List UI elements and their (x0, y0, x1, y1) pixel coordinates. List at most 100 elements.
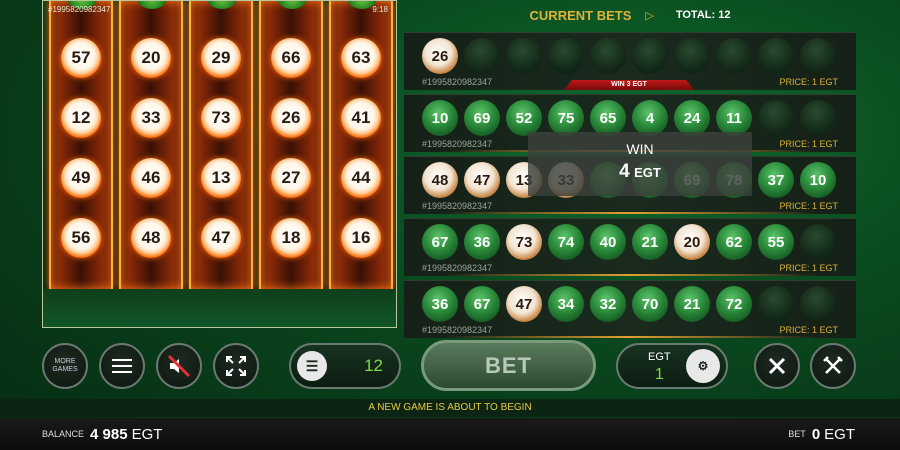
reel-ball: 16 (341, 218, 381, 258)
ticket-ball (800, 38, 836, 74)
reel-column: 63 41 44 16 (329, 1, 393, 289)
ticket-ball (506, 38, 542, 74)
ticket-ball: 21 (674, 286, 710, 322)
coins-settings-icon: ⚙ (686, 349, 720, 383)
ticket-ball: 70 (632, 286, 668, 322)
ticket-ball: 20 (674, 224, 710, 260)
ticket-divider (444, 212, 816, 214)
bet-ticket[interactable]: 26 #1995820982347 PRICE: 1 EGT WIN 3 EGT (404, 32, 856, 90)
ticket-ball: 34 (548, 286, 584, 322)
reel-column: 57 12 49 56 (49, 1, 113, 289)
reel-ball: 73 (201, 98, 241, 138)
ticket-ball: 4 (632, 100, 668, 136)
ticket-id: #1995820982347 (422, 325, 493, 335)
autoplay-tools-button[interactable] (810, 343, 856, 389)
menu-button[interactable] (99, 343, 145, 389)
ticket-balls: 67 36 73 74 40 21 20 62 55 (422, 224, 836, 260)
ticket-id: #1995820982347 (422, 77, 493, 87)
egt-stake-pill[interactable]: EGT 1 ⚙ (616, 343, 728, 389)
reel-ball: 57 (61, 38, 101, 78)
ticket-ball: 55 (758, 224, 794, 260)
reel-column: 29 73 13 47 (189, 1, 253, 289)
egt-stake: EGT 1 (648, 349, 671, 383)
clear-button[interactable] (754, 343, 800, 389)
reel-ball: 47 (201, 218, 241, 258)
ticket-ball (800, 100, 836, 136)
reel-column: 66 26 27 18 (259, 1, 323, 289)
reel-top-ball (137, 1, 167, 9)
ticket-ball (590, 38, 626, 74)
ticket-ball: 40 (590, 224, 626, 260)
ticket-ball: 36 (422, 286, 458, 322)
reel-ball: 33 (131, 98, 171, 138)
reel-ball: 63 (341, 38, 381, 78)
more-games-button[interactable]: MORE GAMES (42, 343, 88, 389)
ticket-win-banner: WIN 3 EGT (564, 80, 694, 90)
ticket-ball: 72 (716, 286, 752, 322)
reel-ball: 18 (271, 218, 311, 258)
ticket-ball (548, 38, 584, 74)
ticket-ball: 10 (422, 100, 458, 136)
bets-total: TOTAL: 12 (676, 9, 731, 21)
win-amount-currency: EGT (634, 165, 661, 180)
status-message: A NEW GAME IS ABOUT TO BEGIN (0, 399, 900, 417)
ticket-balls: 26 (422, 38, 836, 74)
reel-ball: 48 (131, 218, 171, 258)
reel-ball: 26 (271, 98, 311, 138)
ticket-price: PRICE: 1 EGT (779, 201, 838, 211)
ticket-ball: 62 (716, 224, 752, 260)
ticket-ball: 11 (716, 100, 752, 136)
reel-ball: 46 (131, 158, 171, 198)
reel-column: 20 33 46 48 (119, 1, 183, 289)
ticket-ball (758, 38, 794, 74)
win-amount: 4 EGT (528, 161, 752, 183)
tools-icon (823, 356, 843, 374)
bet-total-label: BET (788, 429, 806, 439)
footer-bar: BALANCE 4 985 EGT BET 0 EGT (0, 418, 900, 450)
hamburger-icon (112, 355, 132, 377)
ticket-id: #1995820982347 (422, 139, 493, 149)
bet-ticket[interactable]: 67 36 73 74 40 21 20 62 55 #1995820982347 PRICE: 1… (404, 218, 856, 276)
ticket-ball: 75 (548, 100, 584, 136)
play-icon[interactable]: ▷ (645, 9, 653, 22)
ticket-ball: 47 (506, 286, 542, 322)
bet-ticket[interactable]: 36 67 47 34 32 70 21 72 #1995820982347 PRICE: 1 E… (404, 280, 856, 338)
ticket-ball (716, 38, 752, 74)
reel-top-ball (207, 1, 237, 9)
ticket-ball: 65 (590, 100, 626, 136)
fullscreen-icon (226, 356, 246, 376)
ticket-price: PRICE: 1 EGT (779, 139, 838, 149)
ticket-ball: 73 (506, 224, 542, 260)
ticket-ball (632, 38, 668, 74)
reel-ticket-id: #1995820982347 (48, 5, 111, 14)
ticket-ball: 47 (464, 162, 500, 198)
ticket-ball: 74 (548, 224, 584, 260)
close-icon (768, 357, 786, 375)
ticket-ball: 67 (464, 286, 500, 322)
ticket-ball (464, 38, 500, 74)
sound-toggle-button[interactable] (156, 343, 202, 389)
sound-muted-icon (167, 354, 191, 378)
ticket-ball: 10 (800, 162, 836, 198)
fullscreen-button[interactable] (213, 343, 259, 389)
ticket-divider (444, 274, 816, 276)
bet-total-value: 0 (811, 425, 821, 443)
reel-ball: 41 (341, 98, 381, 138)
ticket-ball: 26 (422, 38, 458, 74)
ticket-ball: 48 (422, 162, 458, 198)
reel-ball: 66 (271, 38, 311, 78)
reel-ball: 20 (131, 38, 171, 78)
ticket-balls: 36 67 47 34 32 70 21 72 (422, 286, 836, 322)
ticket-divider (444, 336, 816, 338)
more-games-label: MORE GAMES (52, 358, 78, 373)
win-label: WIN (626, 141, 654, 157)
tickets-count-pill[interactable]: ☰ 12 (289, 343, 401, 389)
ticket-ball: 32 (590, 286, 626, 322)
reels-area: #1995820982347 9:18 57 12 49 56 20 33 46 48 29 73… (42, 0, 397, 328)
reel-ball: 27 (271, 158, 311, 198)
reel-ball: 29 (201, 38, 241, 78)
bet-button[interactable]: BET (421, 340, 596, 391)
win-popup: WIN 4 EGT (528, 132, 752, 196)
ticket-id: #1995820982347 (422, 263, 493, 273)
ticket-price: PRICE: 1 EGT (779, 325, 838, 335)
